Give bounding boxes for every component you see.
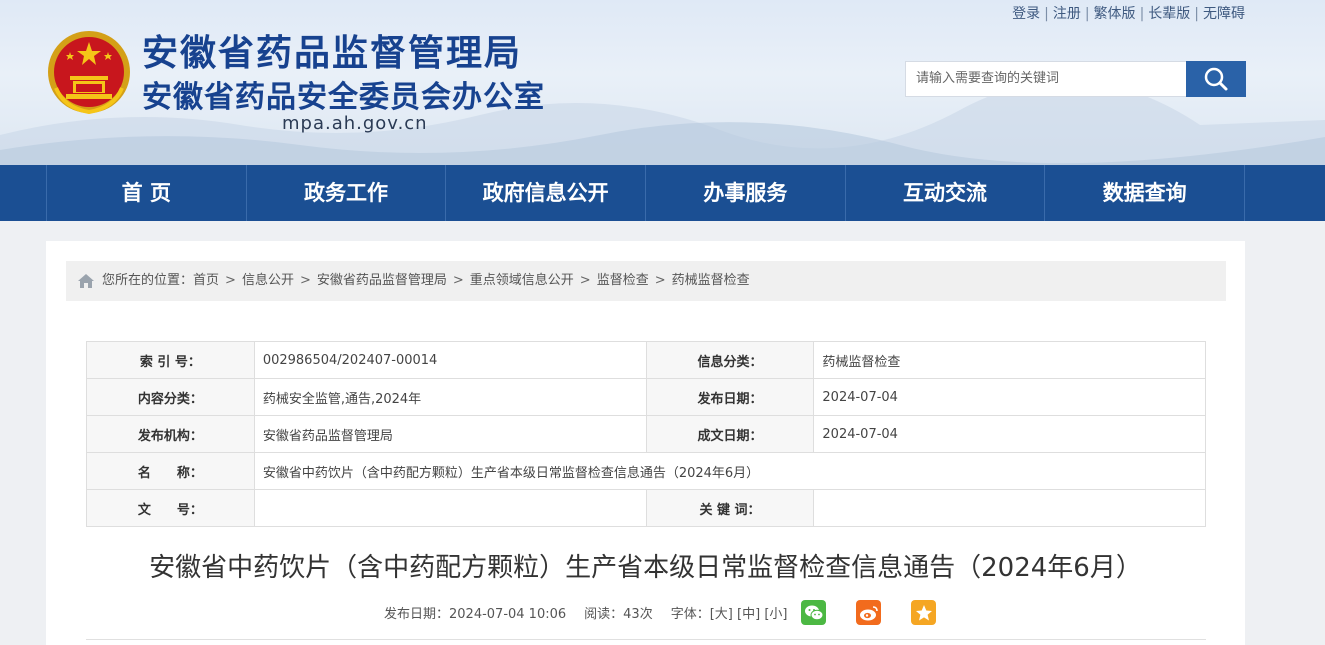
site-domain: mpa.ah.gov.cn: [282, 113, 428, 134]
name-value: 安徽省中药饮片（含中药配方颗粒）生产省本级日常监督检查信息通告（2024年6月）: [253, 452, 1207, 490]
table-row: 发布机构： 安徽省药品监督管理局 成文日期： 2024-07-04: [86, 415, 1206, 453]
category-value: 药械监督检查: [813, 341, 1206, 379]
share-buttons: [801, 600, 954, 625]
table-row: 文 号： 关 键 词：: [86, 489, 1206, 527]
table-row: 名 称： 安徽省中药饮片（含中药配方颗粒）生产省本级日常监督检查信息通告（202…: [86, 452, 1207, 490]
site-title-secondary: 安徽省药品安全委员会办公室: [142, 80, 545, 115]
breadcrumb-supervision[interactable]: 监督检查: [597, 273, 649, 288]
breadcrumb-bureau[interactable]: 安徽省药品监督管理局: [317, 273, 447, 288]
document-number-label: 文 号：: [86, 489, 255, 527]
index-label: 索 引 号：: [86, 341, 255, 379]
breadcrumb: 您所在的位置：首页 > 信息公开 > 安徽省药品监督管理局 > 重点领域信息公开 > 监督检查 >…: [66, 261, 1226, 301]
article-title: 安徽省中药饮片（含中药配方颗粒）生产省本级日常监督检查信息通告（2024年6月）: [149, 553, 1142, 583]
star-icon: [915, 604, 932, 620]
nav-item-interaction[interactable]: 互动交流: [846, 165, 1046, 221]
publish-date-label: 发布日期：: [645, 378, 815, 416]
keywords-value: [813, 489, 1206, 527]
nav-item-data-query[interactable]: 数据查询: [1045, 165, 1246, 221]
top-links: 登录 | 注册 | 繁体版 | 长辈版 | 无障碍: [1012, 6, 1245, 22]
national-emblem-icon: [48, 31, 130, 115]
written-date-label: 成文日期：: [645, 415, 815, 453]
breadcrumb-prefix: 您所在的位置：: [102, 273, 194, 288]
font-size-small[interactable]: [小]: [764, 607, 787, 622]
search-icon: [1204, 67, 1228, 91]
content-category-label: 内容分类：: [86, 378, 255, 416]
info-table: 索 引 号： 002986504/202407-00014 信息分类： 药械监督…: [86, 341, 1207, 527]
index-value: 002986504/202407-00014: [253, 341, 647, 379]
breadcrumb-info-disclosure[interactable]: 信息公开: [242, 273, 294, 288]
content-category-value: 药械安全监管,通告,2024年: [253, 378, 647, 416]
accessibility-link[interactable]: 无障碍: [1203, 6, 1245, 22]
wechat-share-button[interactable]: [801, 600, 827, 625]
name-label: 名 称：: [86, 452, 255, 490]
nav-item-government-affairs[interactable]: 政务工作: [247, 165, 447, 221]
site-title-primary: 安徽省药品监督管理局: [142, 33, 523, 74]
nav-item-information-disclosure[interactable]: 政府信息公开: [446, 165, 647, 221]
font-size-label: 字体：: [670, 607, 710, 622]
article-read-count: 阅读：43次: [584, 607, 653, 622]
nav-item-home[interactable]: 首 页: [47, 165, 247, 221]
table-row: 索 引 号： 002986504/202407-00014 信息分类： 药械监督…: [86, 341, 1206, 379]
content-panel: 您所在的位置：首页 > 信息公开 > 安徽省药品监督管理局 > 重点领域信息公开 > 监督检查 >…: [46, 241, 1245, 645]
breadcrumb-drug-device-inspection[interactable]: 药械监督检查: [672, 273, 750, 288]
favorite-button[interactable]: [911, 600, 937, 625]
written-date-value: 2024-07-04: [813, 415, 1206, 453]
main-nav: 首 页 政务工作 政府信息公开 办事服务 互动交流 数据查询: [0, 165, 1325, 221]
publish-date-value: 2024-07-04: [813, 378, 1206, 416]
breadcrumb-key-areas[interactable]: 重点领域信息公开: [470, 273, 574, 288]
font-size-large[interactable]: [大]: [710, 607, 733, 622]
font-size-control: 字体：[大] [中] [小]: [671, 603, 788, 622]
nav-item-services[interactable]: 办事服务: [646, 165, 846, 221]
home-icon: [78, 274, 94, 288]
login-link[interactable]: 登录: [1012, 6, 1040, 22]
search-button[interactable]: [1186, 61, 1246, 97]
article-meta: 发布日期：2024-07-04 10:06 阅读：43次 字体：[大] [中] …: [384, 600, 954, 625]
wechat-icon: [804, 605, 824, 620]
divider: [86, 639, 1206, 640]
breadcrumb-home[interactable]: 首页: [193, 273, 219, 288]
weibo-icon: [859, 605, 878, 620]
font-size-medium[interactable]: [中]: [737, 607, 760, 622]
search-input[interactable]: 请输入需要查询的关键词: [905, 61, 1187, 97]
traditional-chinese-link[interactable]: 繁体版: [1094, 6, 1136, 22]
elder-version-link[interactable]: 长辈版: [1148, 6, 1190, 22]
document-number-value: [253, 489, 647, 527]
site-header: 安徽省药品监督管理局 安徽省药品安全委员会办公室 mpa.ah.gov.cn 登…: [0, 0, 1325, 165]
weibo-share-button[interactable]: [856, 600, 882, 625]
register-link[interactable]: 注册: [1053, 6, 1081, 22]
keywords-label: 关 键 词：: [645, 489, 815, 527]
publisher-value: 安徽省药品监督管理局: [253, 415, 647, 453]
category-label: 信息分类：: [645, 341, 815, 379]
table-row: 内容分类： 药械安全监管,通告,2024年 发布日期： 2024-07-04: [86, 378, 1206, 416]
publisher-label: 发布机构：: [86, 415, 255, 453]
article-publish-date: 发布日期：2024-07-04 10:06: [384, 607, 567, 622]
